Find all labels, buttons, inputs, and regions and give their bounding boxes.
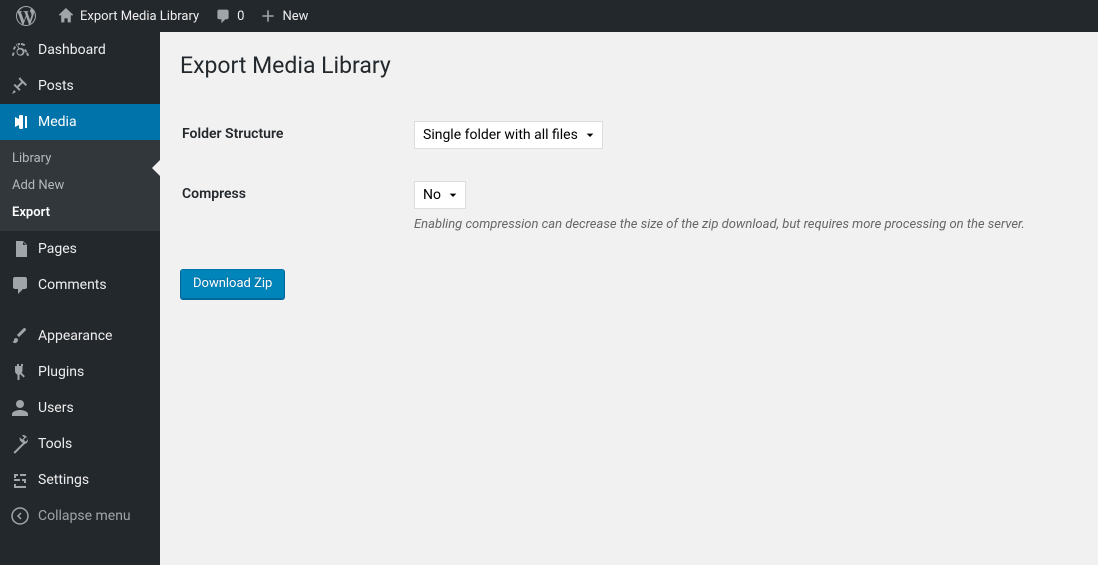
comments-count: 0 (237, 9, 244, 24)
plug-icon (10, 362, 30, 382)
plus-icon (260, 8, 276, 24)
menu-separator (0, 303, 160, 318)
folder-structure-label: Folder Structure (182, 106, 402, 164)
comment-icon (215, 8, 231, 24)
home-icon (58, 8, 74, 24)
users-icon (10, 398, 30, 418)
media-icon (10, 112, 30, 132)
new-label: New (282, 9, 308, 24)
compress-label: Compress (182, 166, 402, 247)
page-icon (10, 239, 30, 259)
download-zip-button[interactable]: Download Zip (180, 269, 285, 299)
comment-icon (10, 275, 30, 295)
menu-appearance[interactable]: Appearance (0, 318, 160, 354)
menu-posts[interactable]: Posts (0, 68, 160, 104)
menu-pages[interactable]: Pages (0, 231, 160, 267)
settings-form: Folder Structure Single folder with all … (180, 104, 1078, 249)
dashboard-icon (10, 40, 30, 60)
menu-plugins[interactable]: Plugins (0, 354, 160, 390)
main-content: Export Media Library Folder Structure Si… (160, 0, 1098, 339)
site-name: Export Media Library (80, 9, 199, 24)
new-content-link[interactable]: New (252, 0, 316, 32)
menu-comments[interactable]: Comments (0, 267, 160, 303)
wp-logo[interactable] (8, 0, 50, 32)
page-title: Export Media Library (180, 42, 1078, 84)
submenu-add-new[interactable]: Add New (0, 172, 160, 199)
collapse-icon (10, 506, 30, 526)
submenu-export[interactable]: Export (0, 199, 160, 226)
comments-link[interactable]: 0 (207, 0, 252, 32)
submenu-library[interactable]: Library (0, 145, 160, 172)
folder-structure-select[interactable]: Single folder with all files (414, 121, 603, 149)
wordpress-icon (16, 6, 36, 26)
compress-select[interactable]: No (414, 181, 466, 209)
media-submenu: Library Add New Export (0, 140, 160, 231)
admin-menu: Dashboard Posts Media Library Add New Ex… (0, 32, 160, 565)
menu-dashboard[interactable]: Dashboard (0, 32, 160, 68)
compress-description: Enabling compression can decrease the si… (414, 217, 1066, 232)
menu-collapse[interactable]: Collapse menu (0, 498, 160, 534)
admin-bar: Export Media Library 0 New (0, 0, 1098, 32)
brush-icon (10, 326, 30, 346)
sliders-icon (10, 470, 30, 490)
pin-icon (10, 76, 30, 96)
wrench-icon (10, 434, 30, 454)
menu-settings[interactable]: Settings (0, 462, 160, 498)
site-name-link[interactable]: Export Media Library (50, 0, 207, 32)
menu-tools[interactable]: Tools (0, 426, 160, 462)
menu-media[interactable]: Media Library Add New Export (0, 104, 160, 231)
menu-users[interactable]: Users (0, 390, 160, 426)
